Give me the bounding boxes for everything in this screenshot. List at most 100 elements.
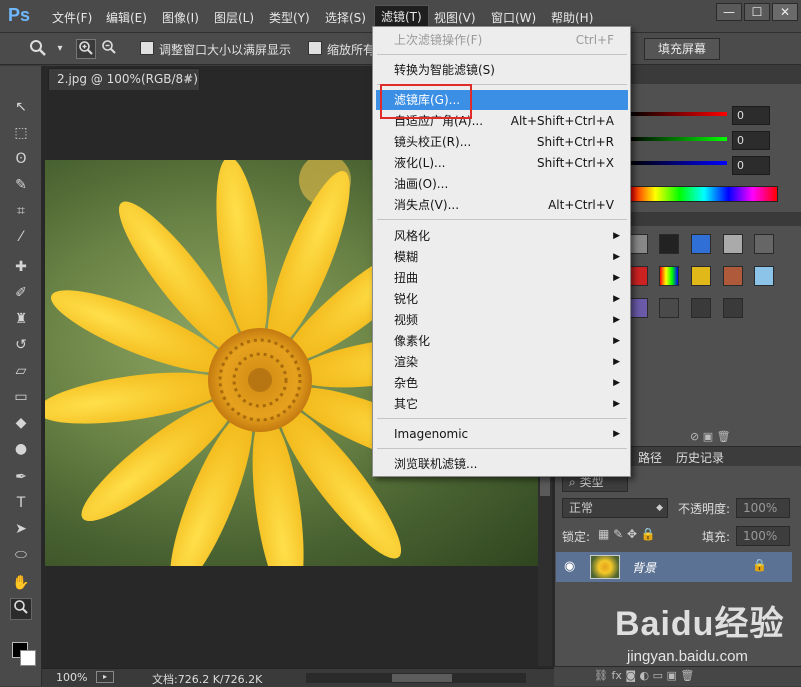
- menu-item-last-filter[interactable]: 上次滤镜操作(F) Ctrl+F: [376, 30, 628, 50]
- zoom-in-icon[interactable]: [76, 39, 96, 59]
- fill-screen-button[interactable]: 填充屏幕: [644, 38, 720, 60]
- menu-item-blur[interactable]: 模糊 ▶: [376, 247, 628, 267]
- photoshop-logo: Ps: [8, 5, 31, 25]
- style-swatch[interactable]: [628, 266, 648, 286]
- shape-tool-icon[interactable]: ⬭: [10, 544, 32, 566]
- blend-mode-select[interactable]: 正常 ◆: [562, 498, 668, 518]
- menu-filter[interactable]: 滤镜(T): [374, 5, 429, 28]
- styles-panel-footer-icons[interactable]: ⊘ ▣ 🗑: [690, 430, 790, 444]
- document-size-info: 文档:726.2 K/726.2K: [152, 673, 263, 686]
- menu-item-browse-filters-online[interactable]: 浏览联机滤镜...: [376, 454, 628, 474]
- tab-paths[interactable]: 路径: [638, 449, 662, 466]
- menu-select[interactable]: 选择(S): [325, 9, 366, 26]
- submenu-arrow-icon: ▶: [613, 231, 620, 241]
- menu-view[interactable]: 视图(V): [434, 9, 476, 26]
- eyedropper-tool-icon[interactable]: ⁄: [10, 226, 32, 248]
- close-window-button[interactable]: ✕: [772, 3, 798, 21]
- tab-history[interactable]: 历史记录: [676, 449, 724, 466]
- healing-brush-tool-icon[interactable]: ✚: [10, 256, 32, 278]
- blue-slider[interactable]: [630, 161, 727, 165]
- chevron-down-icon: ◆: [656, 503, 663, 513]
- zoom-all-checkbox[interactable]: [308, 41, 322, 55]
- lock-icons[interactable]: ▦ ✎ ✥ 🔒: [598, 527, 656, 541]
- pen-tool-icon[interactable]: ✒: [10, 466, 32, 488]
- menu-item-vanishing-point[interactable]: 消失点(V)... Alt+Ctrl+V: [376, 195, 628, 215]
- style-swatch[interactable]: [628, 234, 648, 254]
- move-tool-icon[interactable]: ↖: [10, 96, 32, 118]
- style-swatch[interactable]: [659, 266, 679, 286]
- menu-layer[interactable]: 图层(L): [214, 9, 254, 26]
- close-icon[interactable]: ×: [184, 69, 193, 89]
- zoom-level[interactable]: 100%: [56, 671, 87, 684]
- brush-tool-icon[interactable]: ✐: [10, 282, 32, 304]
- menu-item-distort[interactable]: 扭曲 ▶: [376, 268, 628, 288]
- layer-name[interactable]: 背景: [632, 559, 656, 576]
- zoom-tool-icon[interactable]: [28, 39, 48, 59]
- menu-item-other[interactable]: 其它 ▶: [376, 394, 628, 414]
- menu-help[interactable]: 帮助(H): [551, 9, 593, 26]
- menu-item-video[interactable]: 视频 ▶: [376, 310, 628, 330]
- style-swatch[interactable]: [628, 298, 648, 318]
- style-swatch[interactable]: [723, 234, 743, 254]
- style-swatch[interactable]: [754, 234, 774, 254]
- zoom-tool-icon[interactable]: [10, 598, 32, 620]
- gradient-tool-icon[interactable]: ▭: [10, 386, 32, 408]
- style-swatch[interactable]: [659, 298, 679, 318]
- marquee-tool-icon[interactable]: ⬚: [10, 122, 32, 144]
- chevron-down-icon[interactable]: ▾: [50, 39, 70, 59]
- lasso-tool-icon[interactable]: ʘ: [10, 148, 32, 170]
- resize-window-checkbox[interactable]: [140, 41, 154, 55]
- menu-image[interactable]: 图像(I): [162, 9, 199, 26]
- menu-item-imagenomic[interactable]: Imagenomic ▶: [376, 424, 628, 444]
- history-brush-tool-icon[interactable]: ↺: [10, 334, 32, 356]
- menu-window[interactable]: 窗口(W): [491, 9, 536, 26]
- zoom-out-icon[interactable]: [99, 39, 119, 59]
- green-value-field[interactable]: 0: [732, 131, 770, 150]
- crop-tool-icon[interactable]: ⌗: [10, 200, 32, 222]
- blur-tool-icon[interactable]: ◆: [10, 412, 32, 434]
- menu-file[interactable]: 文件(F): [52, 9, 92, 26]
- red-value-field[interactable]: 0: [732, 106, 770, 125]
- status-menu-icon[interactable]: ▸: [96, 671, 114, 683]
- style-swatch[interactable]: [659, 234, 679, 254]
- menu-edit[interactable]: 编辑(E): [106, 9, 147, 26]
- opacity-field[interactable]: 100%: [736, 498, 790, 518]
- menu-item-liquify[interactable]: 液化(L)... Shift+Ctrl+X: [376, 153, 628, 173]
- menu-item-render[interactable]: 渲染 ▶: [376, 352, 628, 372]
- red-slider[interactable]: [630, 112, 727, 116]
- green-slider[interactable]: [630, 137, 727, 141]
- style-swatch[interactable]: [691, 298, 711, 318]
- background-color-swatch[interactable]: [20, 650, 36, 666]
- fill-field[interactable]: 100%: [736, 526, 790, 546]
- menu-item-pixelate[interactable]: 像素化 ▶: [376, 331, 628, 351]
- style-swatch[interactable]: [691, 234, 711, 254]
- type-tool-icon[interactable]: T: [10, 492, 32, 514]
- menu-item-sharpen[interactable]: 锐化 ▶: [376, 289, 628, 309]
- eye-icon[interactable]: ◉: [564, 559, 575, 574]
- annotation-highlight-box: [380, 84, 472, 119]
- blue-value-field[interactable]: 0: [732, 156, 770, 175]
- hand-tool-icon[interactable]: ✋: [10, 572, 32, 594]
- menu-item-stylize[interactable]: 风格化 ▶: [376, 226, 628, 246]
- stamp-tool-icon[interactable]: ♜: [10, 308, 32, 330]
- eraser-tool-icon[interactable]: ▱: [10, 360, 32, 382]
- layer-row-background[interactable]: ◉ 背景 🔒: [556, 552, 792, 582]
- quick-select-tool-icon[interactable]: ✎: [10, 174, 32, 196]
- horizontal-scrollbar-thumb[interactable]: [392, 674, 452, 682]
- document-tab[interactable]: 2.jpg @ 100%(RGB/8#) ×: [48, 68, 200, 90]
- menu-item-oil-paint[interactable]: 油画(O)...: [376, 174, 628, 194]
- maximize-button[interactable]: ☐: [744, 3, 770, 21]
- lock-icon: 🔒: [752, 558, 767, 572]
- menu-item-noise[interactable]: 杂色 ▶: [376, 373, 628, 393]
- path-select-tool-icon[interactable]: ➤: [10, 518, 32, 540]
- dodge-tool-icon[interactable]: ●: [10, 438, 32, 460]
- menu-item-convert-smart-filter[interactable]: 转换为智能滤镜(S): [376, 60, 628, 80]
- menu-item-lens-correction[interactable]: 镜头校正(R)... Shift+Ctrl+R: [376, 132, 628, 152]
- style-swatch[interactable]: [723, 298, 743, 318]
- minimize-button[interactable]: —: [716, 3, 742, 21]
- style-swatch[interactable]: [691, 266, 711, 286]
- style-swatch[interactable]: [723, 266, 743, 286]
- color-spectrum[interactable]: [630, 186, 778, 202]
- style-swatch[interactable]: [754, 266, 774, 286]
- menu-type[interactable]: 类型(Y): [269, 9, 310, 26]
